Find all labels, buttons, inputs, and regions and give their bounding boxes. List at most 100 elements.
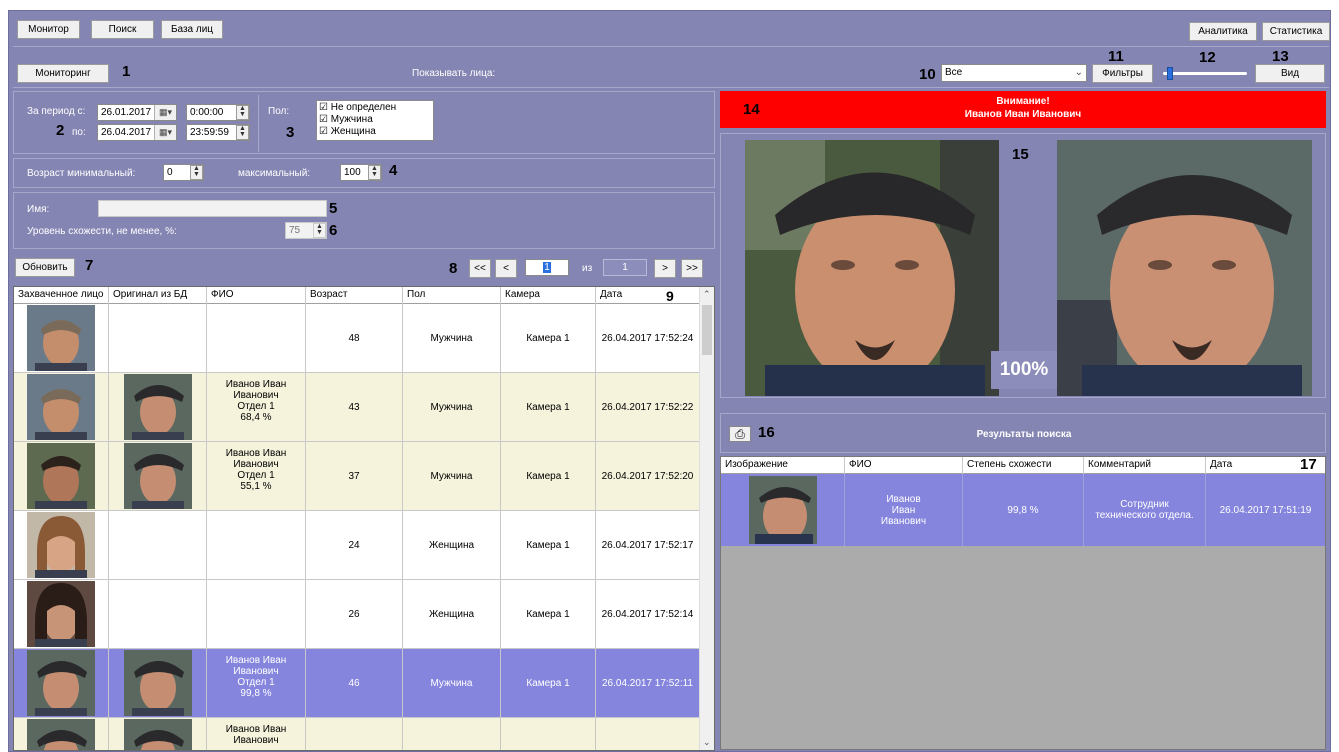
scroll-arrow-icon[interactable]: ⌃ bbox=[703, 289, 711, 300]
scroll-thumb[interactable] bbox=[702, 305, 712, 355]
filter-select[interactable]: Все ⌄ bbox=[941, 64, 1087, 82]
name-input[interactable] bbox=[98, 200, 327, 217]
spin-icon[interactable]: ▲ ▼ bbox=[236, 125, 249, 140]
gender-option-female[interactable]: ☑ Женщина bbox=[319, 126, 376, 138]
captured-face-cell bbox=[14, 718, 109, 750]
table-row[interactable]: Иванов Иван Иванович Отдел 1 55,1 % 37 Муж… bbox=[14, 442, 700, 511]
gender-option-label: Не определен bbox=[330, 102, 397, 113]
camera-cell: Камера 1 bbox=[501, 304, 596, 372]
spin-icon[interactable]: ▲ ▼ bbox=[236, 105, 249, 120]
from-time-field[interactable]: 0:00:00 ▲ ▼ bbox=[186, 104, 250, 121]
current-page-value: 1 bbox=[543, 262, 551, 273]
column-header[interactable]: ФИО bbox=[207, 287, 306, 304]
main-window: Монитор Поиск База лиц Аналитика Статист… bbox=[8, 10, 1331, 752]
checkbox-icon[interactable]: ☑ bbox=[319, 102, 328, 113]
column-header[interactable]: Захваченное лицо bbox=[14, 287, 109, 304]
from-date-field[interactable]: 26.01.2017 ▦▾ bbox=[97, 104, 177, 121]
result-row[interactable]: Иванов Иван Иванович 99,8 % Сотрудник те… bbox=[721, 474, 1325, 546]
callout-8: 8 bbox=[449, 260, 458, 277]
camera-cell: Камера 1 bbox=[501, 442, 596, 510]
to-date-field[interactable]: 26.04.2017 ▦▾ bbox=[97, 124, 177, 141]
age-max-value: 100 bbox=[344, 167, 361, 178]
gender-cell: Мужчина bbox=[403, 649, 501, 717]
similarity-field[interactable]: 75 ▲ ▼ bbox=[285, 222, 327, 239]
match-score: 100% bbox=[991, 351, 1057, 389]
column-header[interactable]: Возраст bbox=[306, 287, 403, 304]
callout-4: 4 bbox=[389, 162, 398, 179]
calendar-icon[interactable]: ▦▾ bbox=[154, 125, 176, 140]
table-row[interactable]: Иванов Иван Иванович Отдел 1 99,8 % 46 Муж… bbox=[14, 649, 700, 718]
checkbox-icon[interactable]: ☑ bbox=[319, 126, 328, 137]
spin-icon[interactable]: ▲ ▼ bbox=[190, 165, 203, 180]
current-page-field[interactable]: 1 bbox=[525, 259, 569, 276]
scroll-arrow-icon[interactable]: ⌄ bbox=[703, 737, 711, 748]
column-header[interactable]: ФИО bbox=[845, 457, 963, 474]
column-header[interactable]: Комментарий bbox=[1084, 457, 1206, 474]
age-min-value: 0 bbox=[167, 167, 173, 178]
face-thumbnail bbox=[27, 443, 95, 509]
monitoring-button[interactable]: Мониторинг bbox=[17, 64, 109, 83]
spin-icon[interactable]: ▲ ▼ bbox=[368, 165, 381, 180]
gender-option-male[interactable]: ☑ Мужчина bbox=[319, 114, 373, 126]
table-row[interactable]: 48 Мужчина Камера 1 26.04.2017 17:52:24 bbox=[14, 304, 700, 373]
result-face-thumbnail bbox=[748, 476, 817, 544]
checkbox-icon[interactable]: ☑ bbox=[319, 114, 328, 125]
last-page-button[interactable]: >> bbox=[681, 259, 703, 278]
fio-cell bbox=[207, 511, 306, 579]
slider-thumb[interactable] bbox=[1167, 67, 1173, 80]
captured-face-cell bbox=[14, 373, 109, 441]
column-header[interactable]: Камера bbox=[501, 287, 596, 304]
fio-cell: Иванов Иван Иванович bbox=[207, 718, 306, 750]
db-original-cell bbox=[109, 511, 207, 579]
table-scrollbar[interactable]: ⌃ ⌄ bbox=[699, 287, 714, 750]
column-header[interactable]: Пол bbox=[403, 287, 501, 304]
db-original-cell bbox=[109, 442, 207, 510]
column-header[interactable]: Дата bbox=[596, 287, 700, 304]
age-max-field[interactable]: 100 ▲ ▼ bbox=[340, 164, 382, 181]
camera-cell: Камера 1 bbox=[501, 373, 596, 441]
filters-button[interactable]: Фильтры bbox=[1092, 64, 1153, 83]
column-header[interactable]: Степень схожести bbox=[963, 457, 1084, 474]
camera-cell: Камера 1 bbox=[501, 511, 596, 579]
calendar-icon[interactable]: ▦▾ bbox=[154, 105, 176, 120]
prev-page-button[interactable]: < bbox=[495, 259, 517, 278]
result-image-cell bbox=[721, 474, 845, 546]
size-slider[interactable] bbox=[1163, 65, 1247, 81]
camera-cell: Камера 1 bbox=[501, 649, 596, 717]
analytics-button[interactable]: Аналитика bbox=[1189, 22, 1257, 41]
tab-monitor[interactable]: Монитор bbox=[17, 20, 80, 39]
results-header: Изображение ФИО Степень схожести Коммент… bbox=[721, 457, 1325, 474]
show-faces-label: Показывать лица: bbox=[412, 68, 496, 79]
gender-option-label: Женщина bbox=[330, 126, 376, 137]
from-time-value: 0:00:00 bbox=[190, 107, 224, 118]
statistics-button[interactable]: Статистика bbox=[1262, 22, 1330, 41]
tab-face-db[interactable]: База лиц bbox=[161, 20, 223, 39]
view-button[interactable]: Вид bbox=[1255, 64, 1325, 83]
age-cell: 46 bbox=[306, 649, 403, 717]
callout-13: 13 bbox=[1272, 48, 1289, 65]
table-row[interactable]: Иванов Иван Иванович Отдел 1 68,4 % 43 Муж… bbox=[14, 373, 700, 442]
refresh-button[interactable]: Обновить bbox=[15, 258, 75, 277]
first-page-button[interactable]: << bbox=[469, 259, 491, 278]
to-time-field[interactable]: 23:59:59 ▲ ▼ bbox=[186, 124, 250, 141]
table-row[interactable]: 26 Женщина Камера 1 26.04.2017 17:52:14 bbox=[14, 580, 700, 649]
column-header[interactable]: Оригинал из БД bbox=[109, 287, 207, 304]
dropdown-arrow-icon: ⌄ bbox=[1074, 67, 1083, 78]
table-row[interactable]: 24 Женщина Камера 1 26.04.2017 17:52:17 bbox=[14, 511, 700, 580]
next-page-button[interactable]: > bbox=[654, 259, 676, 278]
db-original-cell bbox=[109, 718, 207, 750]
face-thumbnail bbox=[123, 443, 192, 509]
tab-search[interactable]: Поиск bbox=[91, 20, 154, 39]
column-header[interactable]: Изображение bbox=[721, 457, 845, 474]
gender-option-undefined[interactable]: ☑ Не определен bbox=[319, 102, 396, 114]
callout-11: 11 bbox=[1108, 48, 1124, 65]
age-min-field[interactable]: 0 ▲ ▼ bbox=[163, 164, 204, 181]
events-table: Захваченное лицо Оригинал из БД ФИО Возр… bbox=[13, 286, 715, 751]
result-similarity: 99,8 % bbox=[963, 474, 1084, 546]
date-cell: 26.04.2017 17:52:14 bbox=[596, 580, 700, 648]
spin-icon[interactable]: ▲ ▼ bbox=[313, 223, 326, 238]
slider-track bbox=[1163, 72, 1247, 75]
callout-5: 5 bbox=[329, 200, 338, 217]
table-row[interactable]: Иванов Иван Иванович bbox=[14, 718, 700, 750]
callout-12: 12 bbox=[1199, 49, 1216, 66]
